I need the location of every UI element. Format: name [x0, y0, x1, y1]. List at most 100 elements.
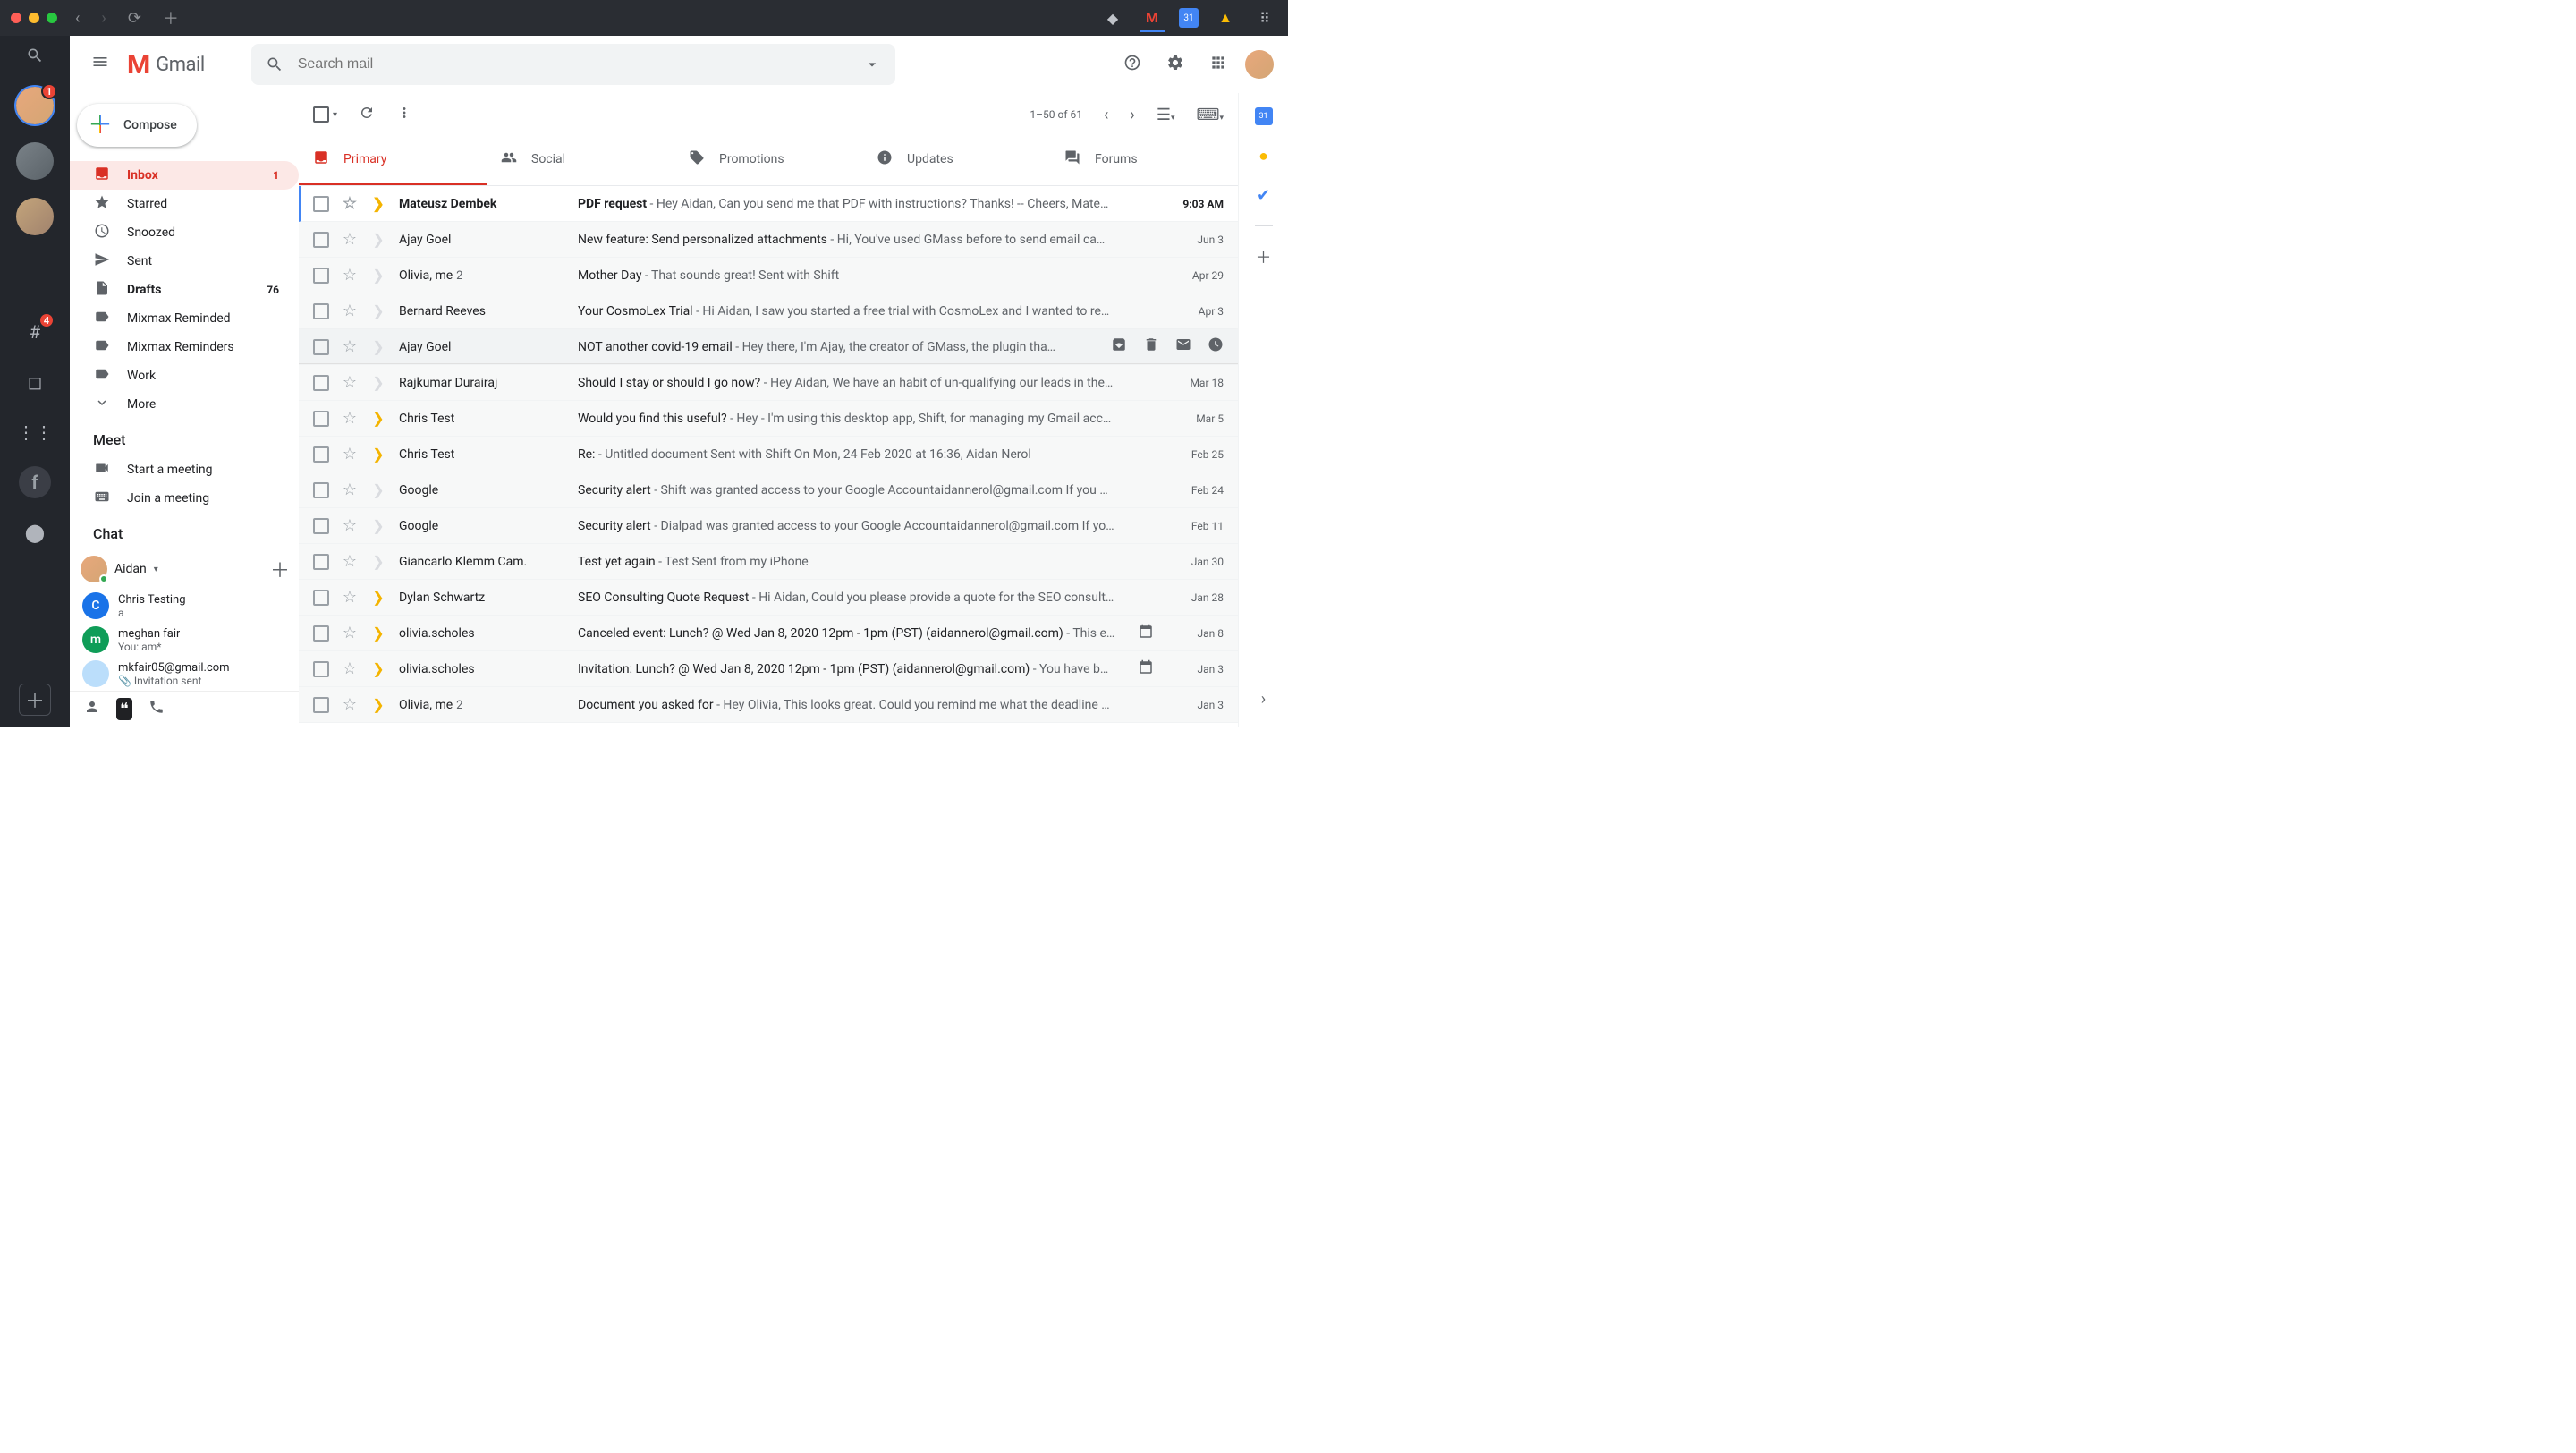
chat-person-icon[interactable]	[84, 699, 100, 719]
workspace-avatar-3[interactable]	[16, 198, 54, 235]
email-row[interactable]: ☆❯Mateusz DembekPDF request - Hey Aidan,…	[299, 186, 1238, 222]
search-bar[interactable]	[251, 44, 895, 85]
slack-icon[interactable]: #4	[19, 316, 51, 348]
new-tab-button[interactable]: ＋	[159, 6, 182, 30]
row-checkbox[interactable]	[313, 697, 329, 713]
input-tools-icon[interactable]: ⌨▾	[1196, 106, 1224, 124]
star-icon[interactable]: ☆	[342, 552, 358, 571]
important-icon[interactable]: ❯	[370, 410, 386, 427]
email-row[interactable]: ☆❯GoogleSecurity alert - Shift was grant…	[299, 472, 1238, 508]
row-checkbox[interactable]	[313, 625, 329, 642]
keep-addon-icon[interactable]: ●	[1255, 147, 1273, 165]
archive-icon[interactable]	[1111, 336, 1127, 357]
row-checkbox[interactable]	[313, 554, 329, 570]
shift-add-workspace[interactable]: ＋	[19, 684, 51, 716]
collapse-panel-icon[interactable]: ›	[1261, 690, 1266, 726]
email-row[interactable]: ☆❯Ajay GoelNOT another covid-19 email - …	[299, 329, 1238, 365]
nav-mixmax-reminders[interactable]: Mixmax Reminders	[70, 333, 299, 361]
messenger-icon[interactable]: ⬤	[19, 516, 51, 548]
chat-contact[interactable]: mkfair05@gmail.com📎 Invitation sent	[70, 657, 299, 691]
star-icon[interactable]: ☆	[342, 516, 358, 535]
instagram-icon[interactable]: ◻	[19, 366, 51, 398]
star-icon[interactable]: ☆	[342, 624, 358, 642]
next-page-icon[interactable]: ›	[1130, 106, 1134, 124]
forward-button[interactable]: ›	[97, 9, 109, 28]
email-row[interactable]: ☆❯Dylan SchwartzSEO Consulting Quote Req…	[299, 580, 1238, 616]
row-checkbox[interactable]	[313, 232, 329, 248]
main-menu-icon[interactable]	[84, 46, 116, 83]
gmail-logo[interactable]: M Gmail	[127, 49, 205, 81]
search-icon[interactable]	[266, 55, 284, 73]
star-icon[interactable]: ☆	[342, 409, 358, 428]
star-icon[interactable]: ☆	[342, 659, 358, 678]
nav-sent[interactable]: Sent	[70, 247, 299, 276]
maximize-window-icon[interactable]	[47, 13, 57, 23]
important-icon[interactable]: ❯	[370, 589, 386, 606]
nav-more[interactable]: More	[70, 390, 299, 419]
star-icon[interactable]: ☆	[342, 445, 358, 463]
row-checkbox[interactable]	[313, 303, 329, 319]
more-actions-icon[interactable]	[396, 105, 412, 125]
important-icon[interactable]: ❯	[370, 374, 386, 391]
workspace-avatar-2[interactable]	[16, 142, 54, 180]
star-icon[interactable]: ☆	[342, 480, 358, 499]
nav-starred[interactable]: Starred	[70, 190, 299, 218]
row-checkbox[interactable]	[313, 446, 329, 463]
star-icon[interactable]: ☆	[342, 266, 358, 285]
chat-self-row[interactable]: Aidan ▾ ＋	[70, 549, 299, 589]
tasks-addon-icon[interactable]: ✔	[1255, 186, 1273, 204]
tab-promotions[interactable]: Promotions	[674, 136, 862, 185]
snooze-icon[interactable]	[1208, 336, 1224, 357]
email-row[interactable]: ☆❯Chris TestRe: - Untitled document Sent…	[299, 437, 1238, 472]
row-checkbox[interactable]	[313, 268, 329, 284]
email-row[interactable]: ☆❯olivia.scholesInvitation: Lunch? @ Wed…	[299, 651, 1238, 687]
calendar-addon-icon[interactable]: 31	[1255, 107, 1273, 125]
tab-forums[interactable]: Forums	[1050, 136, 1238, 185]
row-checkbox[interactable]	[313, 590, 329, 606]
delete-icon[interactable]	[1143, 336, 1159, 357]
nav-drafts[interactable]: Drafts76	[70, 276, 299, 304]
gmail-app-tab[interactable]: M	[1140, 7, 1165, 32]
star-icon[interactable]: ☆	[342, 588, 358, 607]
meet-start-a-meeting[interactable]: Start a meeting	[70, 455, 299, 484]
reload-button[interactable]: ⟳	[124, 9, 145, 28]
important-icon[interactable]: ❯	[370, 660, 386, 677]
split-pane-icon[interactable]: ☰▾	[1157, 106, 1175, 124]
asana-icon[interactable]: ⋮⋮	[19, 416, 51, 448]
tab-social[interactable]: Social	[487, 136, 674, 185]
meet-join-a-meeting[interactable]: Join a meeting	[70, 484, 299, 513]
important-icon[interactable]: ❯	[370, 625, 386, 642]
star-icon[interactable]: ☆	[342, 194, 358, 213]
workspace-avatar-1[interactable]: 1	[16, 87, 54, 124]
settings-icon[interactable]	[1159, 47, 1191, 83]
account-avatar[interactable]	[1245, 50, 1274, 79]
nav-inbox[interactable]: Inbox1	[70, 161, 299, 190]
shift-search-icon[interactable]	[26, 47, 44, 69]
calendar-app-tab[interactable]: 31	[1179, 8, 1199, 28]
nav-snoozed[interactable]: Snoozed	[70, 218, 299, 247]
chat-contact[interactable]: CChris Testinga	[70, 589, 299, 623]
mark-unread-icon[interactable]	[1175, 336, 1191, 357]
email-row[interactable]: ☆❯GoogleSecurity alert - Dialpad was gra…	[299, 508, 1238, 544]
nav-work[interactable]: Work	[70, 361, 299, 390]
important-icon[interactable]: ❯	[370, 195, 386, 212]
star-icon[interactable]: ☆	[342, 302, 358, 320]
email-row[interactable]: ☆❯Giancarlo Klemm Cam.Test yet again - T…	[299, 544, 1238, 580]
compose-button[interactable]: ＋ Compose	[77, 104, 197, 147]
star-icon[interactable]: ☆	[342, 373, 358, 392]
row-checkbox[interactable]	[313, 375, 329, 391]
important-icon[interactable]: ❯	[370, 267, 386, 284]
minimize-window-icon[interactable]	[29, 13, 39, 23]
star-icon[interactable]: ☆	[342, 230, 358, 249]
support-icon[interactable]	[1116, 47, 1148, 83]
refresh-icon[interactable]	[359, 105, 375, 125]
tab-primary[interactable]: Primary	[299, 136, 487, 185]
get-addons-icon[interactable]: ＋	[1255, 248, 1273, 266]
email-row[interactable]: ☆❯Olivia, me2Mother Day - That sounds gr…	[299, 258, 1238, 293]
new-chat-icon[interactable]: ＋	[270, 555, 290, 583]
row-checkbox[interactable]	[313, 196, 329, 212]
tab-updates[interactable]: Updates	[862, 136, 1050, 185]
important-icon[interactable]: ❯	[370, 446, 386, 463]
search-input[interactable]	[298, 56, 849, 72]
email-row[interactable]: ☆❯Olivia, me2Document you asked for - He…	[299, 687, 1238, 723]
